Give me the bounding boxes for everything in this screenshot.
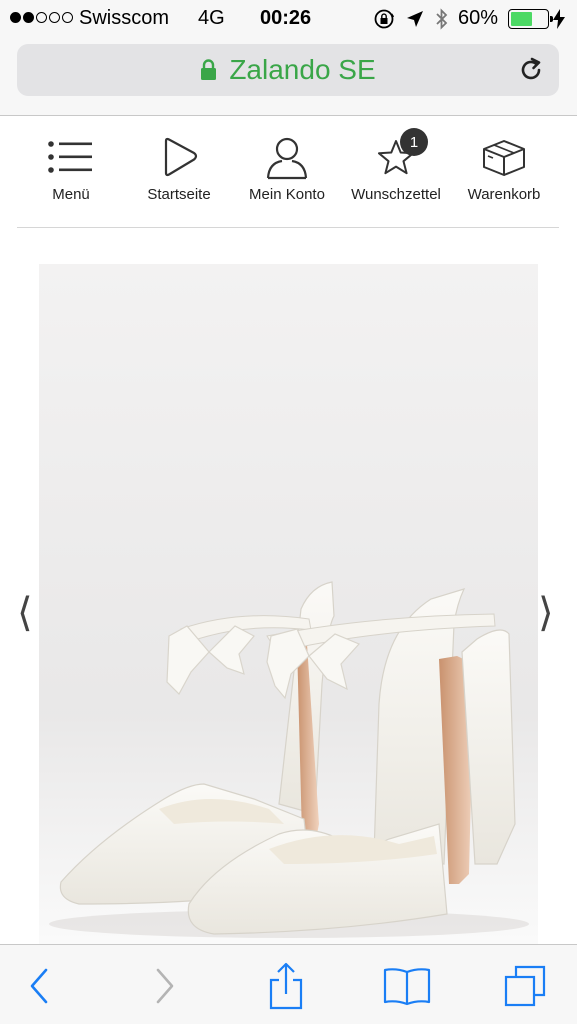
browser-address-area: Zalando SE <box>0 38 577 116</box>
battery-icon <box>508 9 553 29</box>
location-arrow-icon <box>407 11 423 27</box>
share-icon <box>269 962 303 1010</box>
status-bar: Swisscom 4G 00:26 60% <box>0 0 577 38</box>
product-image[interactable] <box>39 264 538 944</box>
share-button[interactable] <box>261 961 311 1011</box>
network-type: 4G <box>198 7 225 29</box>
tabs-icon <box>504 965 546 1007</box>
nav-label-menu: Menü <box>52 186 90 203</box>
lock-icon <box>201 59 217 80</box>
shoe-image <box>39 581 538 944</box>
charging-bolt-icon <box>553 9 565 29</box>
nav-label-cart: Warenkorb <box>467 186 541 203</box>
nav-label-account: Mein Konto <box>249 186 325 203</box>
signal-strength-icon <box>10 12 73 23</box>
carrier-name: Swisscom <box>79 7 170 29</box>
bookmarks-icon <box>383 968 431 1006</box>
nav-cart[interactable]: Warenkorb <box>450 128 558 218</box>
home-play-icon <box>164 137 198 177</box>
previous-image-button[interactable]: ⟨ <box>17 590 33 636</box>
nav-account[interactable]: Mein Konto <box>233 128 341 218</box>
battery-percent: 60% <box>458 7 499 29</box>
nav-home[interactable]: Startseite <box>125 128 233 218</box>
back-button[interactable] <box>14 961 64 1011</box>
reload-icon[interactable] <box>517 56 545 84</box>
box-icon <box>483 140 525 176</box>
nav-menu[interactable]: Menü <box>17 128 125 218</box>
clock: 00:26 <box>260 7 312 29</box>
bluetooth-icon <box>436 8 448 30</box>
bookmarks-button[interactable] <box>382 961 432 1011</box>
nav-label-home: Startseite <box>147 186 211 203</box>
url-domain: Zalando SE <box>229 54 376 85</box>
forward-button[interactable] <box>140 961 190 1011</box>
site-navigation: Menü Startseite Mein Konto 1 Wunschzette… <box>17 120 559 228</box>
address-bar[interactable]: Zalando SE <box>17 44 559 96</box>
nav-label-wishlist: Wunschzettel <box>351 186 441 203</box>
menu-icon <box>48 141 92 173</box>
wishlist-count-badge: 1 <box>400 128 428 156</box>
nav-wishlist[interactable]: 1 Wunschzettel <box>342 128 450 218</box>
tabs-button[interactable] <box>500 961 550 1011</box>
browser-toolbar <box>0 944 577 1024</box>
next-image-button[interactable]: ⟩ <box>538 590 554 636</box>
forward-icon <box>156 968 174 1004</box>
orientation-lock-icon <box>374 9 395 29</box>
back-icon <box>30 968 48 1004</box>
user-icon <box>266 137 308 180</box>
